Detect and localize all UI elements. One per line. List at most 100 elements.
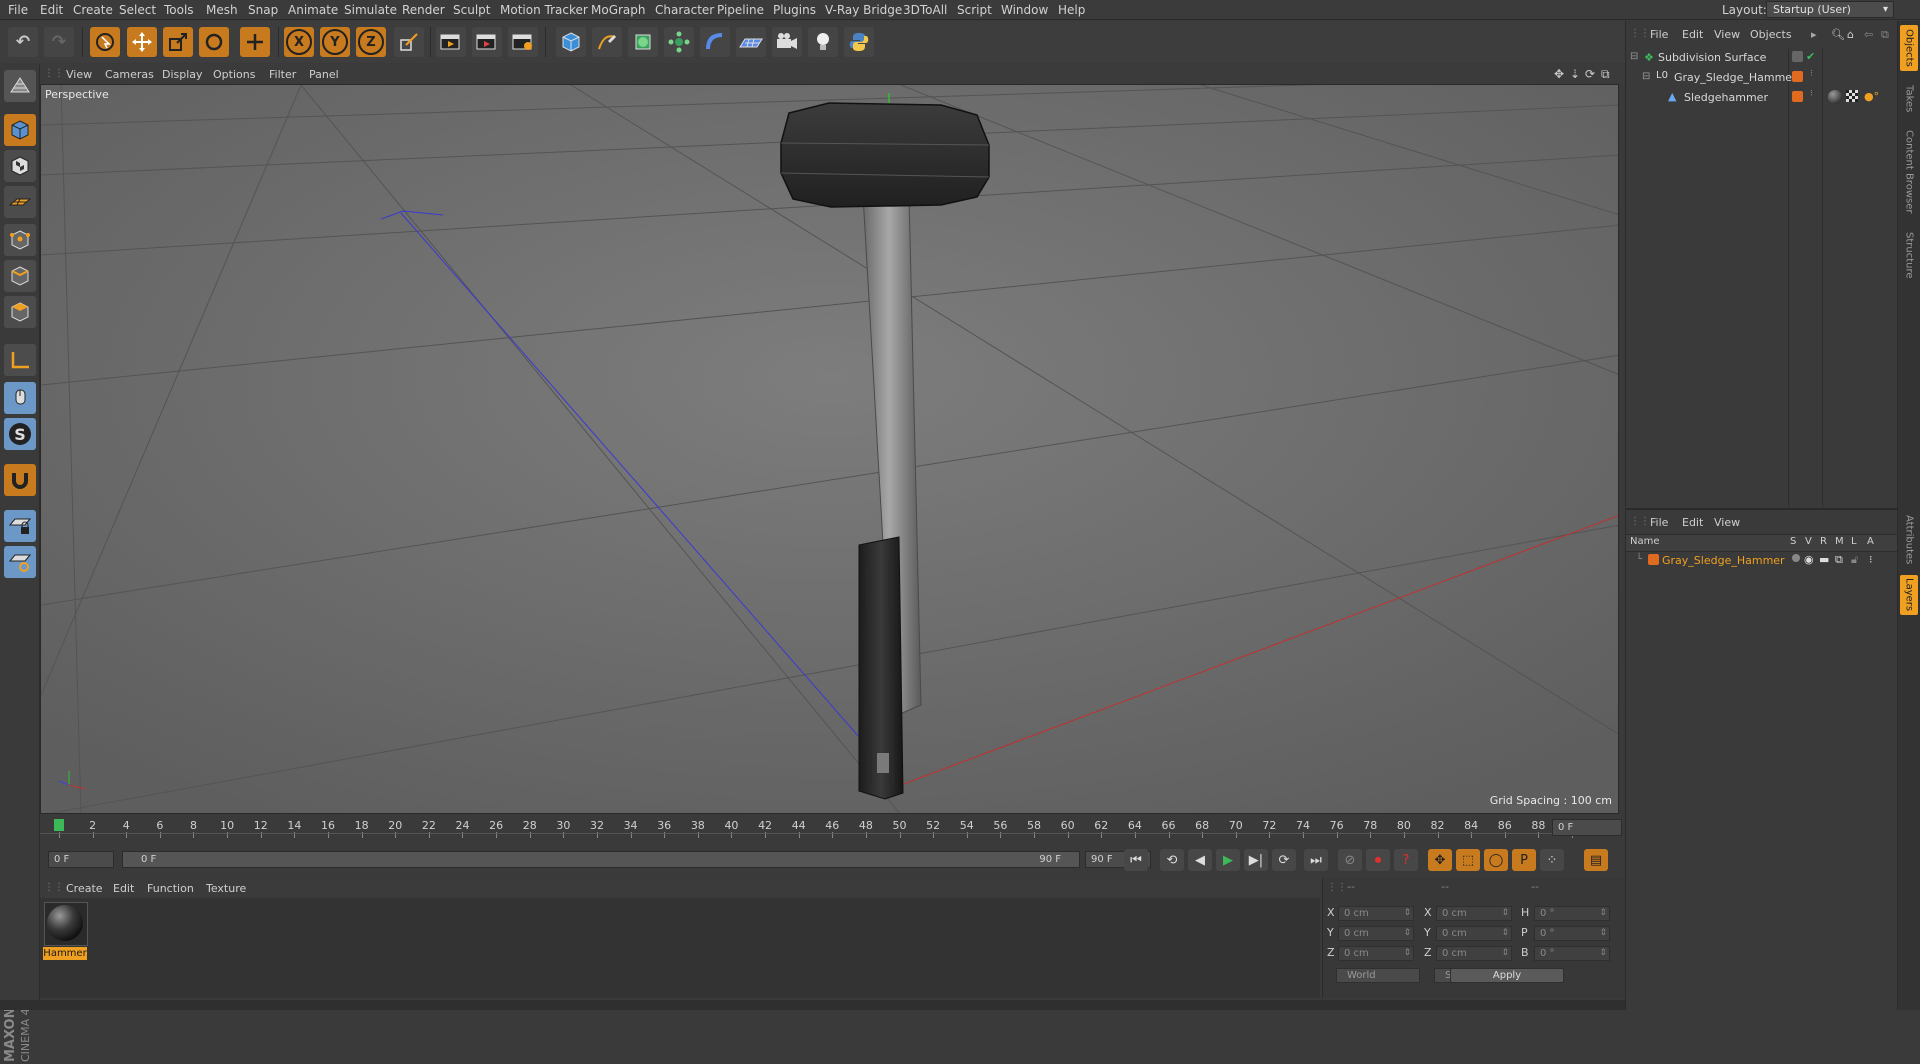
viewport-menu-view[interactable]: View: [66, 68, 92, 81]
workplane-mode-icon[interactable]: [4, 186, 36, 218]
next-frame-icon[interactable]: ▶|: [1244, 849, 1268, 871]
enabled-check-icon[interactable]: ✔: [1806, 50, 1815, 63]
timeline-window-icon[interactable]: ▤: [1584, 849, 1608, 871]
object-menu-edit[interactable]: Edit: [1682, 28, 1703, 41]
tweak-mode-icon[interactable]: [4, 382, 36, 414]
array-generator-icon[interactable]: [664, 27, 694, 57]
tab-layers[interactable]: Layers: [1900, 575, 1918, 615]
menu-script[interactable]: Script: [957, 3, 992, 17]
key-position-icon[interactable]: ✥: [1428, 849, 1452, 871]
viewport-menu-display[interactable]: Display: [162, 68, 203, 81]
current-frame-field[interactable]: 0 F: [48, 851, 114, 868]
tab-takes[interactable]: Takes: [1900, 79, 1918, 119]
x-axis-lock-button[interactable]: X: [284, 27, 314, 57]
uvw-tag-icon[interactable]: [1846, 90, 1858, 102]
size-z-field[interactable]: 0 cm: [1436, 946, 1512, 961]
tab-structure[interactable]: Structure: [1900, 225, 1918, 285]
layer-color-icon[interactable]: [1792, 71, 1803, 82]
object-menu-view[interactable]: View: [1714, 28, 1740, 41]
phong-tag-icon[interactable]: ●°: [1864, 90, 1879, 103]
y-axis-lock-button[interactable]: Y: [320, 27, 350, 57]
material-menu-edit[interactable]: Edit: [113, 882, 134, 895]
viewport-menu-cameras[interactable]: Cameras: [105, 68, 154, 81]
coordinate-system-icon[interactable]: [394, 27, 424, 57]
object-menu-file[interactable]: File: [1650, 28, 1668, 41]
locked-workplane-icon[interactable]: [4, 510, 36, 542]
move-icon[interactable]: [127, 27, 157, 57]
texture-mode-icon[interactable]: [4, 150, 36, 182]
layer-color-icon[interactable]: [1792, 91, 1803, 102]
key-rotation-icon[interactable]: ◯: [1484, 849, 1508, 871]
pos-z-field[interactable]: 0 cm: [1338, 946, 1414, 961]
axis-mode-icon[interactable]: [4, 344, 36, 376]
viewport-menu-filter[interactable]: Filter: [269, 68, 296, 81]
menu-animate[interactable]: Animate: [288, 3, 338, 17]
menu-edit[interactable]: Edit: [40, 3, 63, 17]
back-icon[interactable]: ⇦: [1864, 28, 1873, 41]
deformer-icon[interactable]: [700, 27, 730, 57]
viewport-menu-options[interactable]: Options: [213, 68, 255, 81]
view-toggle-icon[interactable]: ◉: [1804, 553, 1814, 566]
key-pla-icon[interactable]: ⁘: [1540, 849, 1564, 871]
menu-vray-bridge[interactable]: V-Ray Bridge: [825, 3, 902, 17]
visibility-toggle-icon[interactable]: [1792, 51, 1803, 62]
layer-menu-view[interactable]: View: [1714, 516, 1740, 529]
record-keys-icon[interactable]: ⊘: [1338, 849, 1362, 871]
visibility-dots-icon[interactable]: ⁝: [1810, 69, 1813, 79]
home-icon[interactable]: ⌂: [1847, 28, 1854, 41]
menu-tools[interactable]: Tools: [164, 3, 194, 17]
previous-key-icon[interactable]: ⟲: [1160, 849, 1184, 871]
points-mode-icon[interactable]: [4, 224, 36, 256]
render-picture-viewer-icon[interactable]: [472, 27, 502, 57]
size-y-field[interactable]: 0 cm: [1436, 926, 1512, 941]
menu-overflow-icon[interactable]: ▸: [1811, 28, 1817, 41]
scale-icon[interactable]: [163, 27, 193, 57]
material-thumbnail[interactable]: [44, 902, 88, 946]
viewport-menu-panel[interactable]: Panel: [309, 68, 339, 81]
tab-objects[interactable]: Objects: [1900, 25, 1918, 71]
play-icon[interactable]: ▶: [1216, 849, 1240, 871]
next-key-icon[interactable]: ⟳: [1272, 849, 1296, 871]
menu-plugins[interactable]: Plugins: [773, 3, 816, 17]
3d-viewport[interactable]: Perspective Grid Spacing : 100 cm: [40, 84, 1619, 814]
object-row-subdivision-surface[interactable]: ⊟ ❖ Subdivision Surface ✔: [1628, 49, 1896, 67]
menu-window[interactable]: Window: [1001, 3, 1048, 17]
key-parameter-icon[interactable]: P: [1512, 849, 1536, 871]
go-to-start-icon[interactable]: ⏮: [1124, 849, 1148, 871]
menu-pipeline[interactable]: Pipeline: [717, 3, 764, 17]
camera-icon[interactable]: [772, 27, 802, 57]
cube-primitive-icon[interactable]: [556, 27, 586, 57]
viewport-camera-label[interactable]: Perspective: [45, 88, 109, 101]
object-row-gray-sledge-hammer[interactable]: ⊟ L0 Gray_Sledge_Hammer ⁝: [1628, 69, 1896, 87]
material-menu-create[interactable]: Create: [66, 882, 103, 895]
keyframe-selection-icon[interactable]: ?: [1394, 849, 1418, 871]
visibility-dots-icon[interactable]: ⁝: [1810, 89, 1813, 99]
rot-b-field[interactable]: 0 °: [1534, 946, 1610, 961]
light-icon[interactable]: [808, 27, 838, 57]
magnet-icon[interactable]: [4, 464, 36, 496]
rotate-icon[interactable]: [199, 27, 229, 57]
menu-create[interactable]: Create: [73, 3, 113, 17]
material-name-label[interactable]: Hammer: [43, 947, 87, 960]
rot-p-field[interactable]: 0 °: [1534, 926, 1610, 941]
planar-workplane-icon[interactable]: [4, 546, 36, 578]
search-icon[interactable]: 🔍︎: [1831, 28, 1845, 41]
previous-frame-icon[interactable]: ◀: [1188, 849, 1212, 871]
end-frame-field[interactable]: 0 F: [1552, 819, 1622, 836]
rot-h-field[interactable]: 0 °: [1534, 906, 1610, 921]
make-editable-icon[interactable]: [4, 70, 36, 102]
animation-toggle-icon[interactable]: ⁝: [1869, 553, 1873, 566]
pos-y-field[interactable]: 0 cm: [1338, 926, 1414, 941]
menu-mesh[interactable]: Mesh: [206, 3, 238, 17]
layer-menu-edit[interactable]: Edit: [1682, 516, 1703, 529]
floor-icon[interactable]: [736, 27, 766, 57]
polygons-mode-icon[interactable]: [4, 296, 36, 328]
tab-attributes[interactable]: Attributes: [1900, 511, 1918, 569]
coordinate-system-dropdown[interactable]: World: [1336, 968, 1420, 983]
viewport-maximize-icon[interactable]: ⧉: [1601, 67, 1610, 82]
material-menu-texture[interactable]: Texture: [206, 882, 246, 895]
menu-select[interactable]: Select: [119, 3, 156, 17]
menu-file[interactable]: File: [8, 3, 28, 17]
model-mode-icon[interactable]: [4, 114, 36, 146]
menu-sculpt[interactable]: Sculpt: [453, 3, 490, 17]
